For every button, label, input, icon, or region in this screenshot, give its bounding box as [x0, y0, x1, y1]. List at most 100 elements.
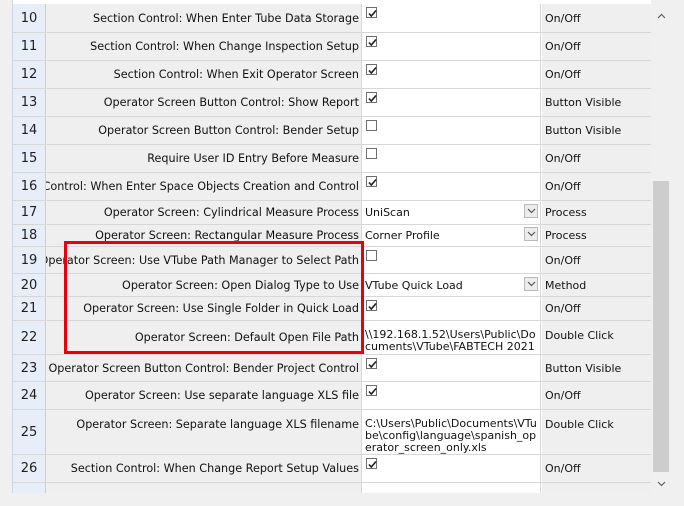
setting-dropdown[interactable]: Corner Profile — [363, 225, 541, 246]
setting-type-text: On/Off — [545, 40, 581, 53]
chevron-down-icon — [527, 231, 535, 237]
setting-type-text: On/Off — [545, 152, 581, 165]
dropdown-button[interactable] — [524, 277, 538, 291]
setting-type: On/Off — [542, 297, 651, 320]
dropdown-button[interactable] — [524, 227, 538, 241]
setting-checkbox[interactable] — [366, 458, 377, 469]
setting-label: Section Control: When Exit Operator Scre… — [46, 61, 362, 88]
setting-value-cell[interactable] — [363, 455, 541, 482]
checkmark-icon — [368, 178, 377, 187]
setting-value-cell[interactable] — [363, 145, 541, 172]
setting-type-text: Button Visible — [545, 361, 622, 375]
vertical-scrollbar[interactable] — [652, 5, 670, 495]
setting-value-cell[interactable] — [363, 33, 541, 60]
setting-value-cell[interactable] — [363, 382, 541, 409]
scrollbar-thumb[interactable] — [653, 181, 669, 472]
row-number: 21 — [13, 297, 46, 320]
setting-checkbox[interactable] — [366, 36, 377, 47]
setting-type: On/Off — [542, 61, 651, 88]
chevron-down-icon — [657, 481, 665, 487]
setting-type: Double Click — [542, 321, 651, 354]
setting-checkbox[interactable] — [366, 358, 377, 369]
setting-checkbox[interactable] — [366, 120, 377, 131]
setting-label: Section Control: When Enter Tube Data St… — [46, 4, 362, 32]
setting-type-text: On/Off — [545, 68, 581, 81]
setting-checkbox[interactable] — [366, 92, 377, 103]
setting-checkbox[interactable] — [366, 7, 377, 18]
scroll-up-button[interactable] — [652, 8, 670, 24]
setting-checkbox[interactable] — [366, 64, 377, 75]
setting-type: Double Click — [542, 410, 651, 454]
checkmark-icon — [368, 460, 377, 469]
dropdown-button[interactable] — [524, 204, 538, 218]
setting-type-text: Method — [545, 278, 587, 292]
row-number: 19 — [13, 247, 46, 273]
setting-label: Operator Screen: Rectangular Measure Pro… — [46, 225, 362, 246]
row-number: 23 — [13, 355, 46, 381]
row-number: 22 — [13, 321, 46, 354]
setting-checkbox[interactable] — [366, 300, 377, 311]
setting-label: Operator Screen: Default Open File Path — [46, 321, 362, 354]
setting-label: Operator Screen: Use separate language X… — [46, 382, 362, 409]
setting-type: Button Visible — [542, 89, 651, 116]
setting-label: Operator Screen Button Control: Bender S… — [46, 117, 362, 144]
setting-value-cell[interactable] — [363, 173, 541, 200]
setting-type-text: Button Visible — [545, 96, 622, 109]
setting-label: Operator Screen: Open Dialog Type to Use — [46, 274, 362, 296]
setting-value-cell[interactable] — [363, 297, 541, 320]
setting-type-text: Double Click — [545, 418, 614, 431]
setting-type: On/Off — [542, 145, 651, 172]
table-row: 22 Operator Screen: Default Open File Pa… — [13, 321, 651, 355]
file-path-text: \\192.168.1.52\Users\Public\Documents\VT… — [365, 328, 536, 353]
setting-label: Require User ID Entry Before Measure — [46, 145, 362, 172]
setting-label: Section Control: When Enter Space Object… — [46, 173, 362, 200]
setting-value-cell[interactable] — [363, 355, 541, 381]
setting-value-cell[interactable] — [363, 483, 541, 493]
file-path-text: C:\Users\Public\Documents\VTube\config\l… — [365, 417, 537, 454]
setting-checkbox[interactable] — [366, 148, 377, 159]
table-row: 15 Require User ID Entry Before Measure … — [13, 145, 651, 173]
setting-text-value[interactable]: \\192.168.1.52\Users\Public\Documents\VT… — [363, 321, 541, 354]
row-number: 24 — [13, 382, 46, 409]
setting-text-value[interactable]: C:\Users\Public\Documents\VTube\config\l… — [363, 410, 541, 454]
table-row: 10 Section Control: When Enter Tube Data… — [13, 4, 651, 33]
setting-label: Operator Screen: Separate language XLS f… — [46, 410, 362, 454]
table-row: 18 Operator Screen: Rectangular Measure … — [13, 225, 651, 247]
setting-type-text: Double Click — [545, 329, 614, 342]
scroll-down-button[interactable] — [652, 476, 670, 492]
setting-type: Method — [542, 274, 651, 296]
row-number — [13, 483, 46, 493]
table-row: 12 Section Control: When Exit Operator S… — [13, 61, 651, 89]
setting-label — [46, 483, 362, 493]
checkmark-icon — [368, 302, 377, 311]
setting-value-cell[interactable] — [363, 89, 541, 116]
setting-type-text: On/Off — [545, 302, 581, 315]
setting-checkbox[interactable] — [366, 250, 377, 261]
chevron-down-icon — [527, 208, 535, 214]
checkmark-icon — [368, 9, 377, 18]
row-number: 26 — [13, 455, 46, 482]
table-row: 17 Operator Screen: Cylindrical Measure … — [13, 201, 651, 225]
setting-label: Operator Screen Button Control: Show Rep… — [46, 89, 362, 116]
settings-grid: 10 Section Control: When Enter Tube Data… — [12, 0, 651, 493]
setting-type-text: On/Off — [545, 253, 581, 267]
row-number: 10 — [13, 4, 46, 32]
setting-value-cell[interactable] — [363, 4, 541, 32]
row-number: 17 — [13, 201, 46, 224]
setting-checkbox[interactable] — [366, 385, 377, 396]
setting-type: Button Visible — [542, 117, 651, 144]
setting-value-cell[interactable] — [363, 61, 541, 88]
setting-dropdown[interactable]: VTube Quick Load — [363, 274, 541, 296]
setting-type-text: Button Visible — [545, 124, 622, 137]
setting-type: On/Off — [542, 33, 651, 60]
row-number: 20 — [13, 274, 46, 296]
row-number: 13 — [13, 89, 46, 116]
setting-label: Operator Screen: Cylindrical Measure Pro… — [46, 201, 362, 224]
setting-value-cell[interactable] — [363, 247, 541, 273]
setting-value-cell[interactable] — [363, 117, 541, 144]
setting-checkbox[interactable] — [366, 176, 377, 187]
setting-type-text: Process — [545, 229, 587, 242]
setting-type — [542, 483, 651, 493]
checkmark-icon — [368, 38, 377, 47]
setting-dropdown[interactable]: UniScan — [363, 201, 541, 224]
